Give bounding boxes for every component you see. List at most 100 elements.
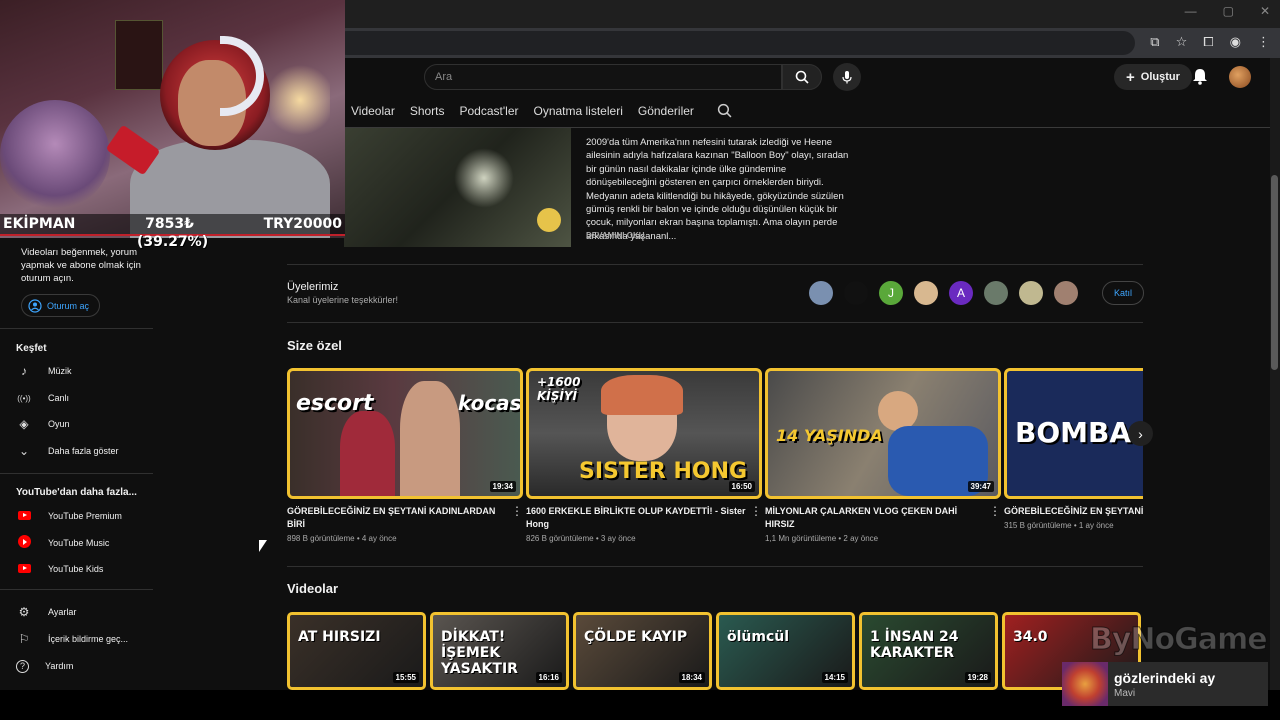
sidebar-item-settings[interactable]: ⚙ Ayarlar: [16, 602, 156, 622]
thumbnail-text: ÇÖLDE KAYIP: [584, 629, 688, 645]
member-avatar[interactable]: A: [949, 281, 973, 305]
live-broadcast-icon: ((•)): [17, 393, 31, 403]
explore-heading: Keşfet: [16, 343, 47, 354]
create-button[interactable]: + Oluştur: [1114, 64, 1192, 90]
video-card[interactable]: 14 YAŞINDA 39:47 MİLYONLAR ÇALARKEN VLOG…: [765, 368, 1001, 543]
video-thumbnail[interactable]: AT HIRSIZI 15:55: [287, 612, 426, 690]
tab-shorts[interactable]: Shorts: [410, 104, 445, 118]
thumbnail-text: AT HIRSIZI: [298, 629, 381, 645]
account-avatar[interactable]: [1229, 66, 1251, 88]
shelf-next-arrow-icon[interactable]: ›: [1128, 421, 1153, 446]
signin-prompt: Videoları beğenmek, yorum yapmak ve abon…: [21, 247, 141, 284]
members-subtitle: Kanal üyelerine teşekkürler!: [287, 295, 399, 305]
for-you-shelf: escort kocası 19:34 GÖREBİLECEĞİNİZ EN Ş…: [287, 368, 1143, 558]
sidebar-item-live[interactable]: ((•)) Canlı: [16, 388, 156, 408]
help-icon: ?: [16, 659, 29, 673]
maximize-button[interactable]: ▢: [1223, 4, 1234, 18]
video-thumbnail[interactable]: escort kocası 19:34: [287, 368, 523, 499]
scrollbar-thumb[interactable]: [1271, 175, 1278, 370]
video-card[interactable]: +1600 KİŞİYİ SISTER HONG 16:50 1600 ERKEK…: [526, 368, 762, 543]
video-title[interactable]: MİLYONLAR ÇALARKEN VLOG ÇEKEN DAHİ HIRSI…: [765, 505, 1001, 531]
search-icon: [795, 70, 809, 84]
music-note-icon: ♪: [21, 364, 27, 378]
install-app-icon[interactable]: ⧉: [1150, 34, 1159, 50]
video-duration: 19:28: [964, 672, 991, 683]
more-actions-icon[interactable]: ⋮: [511, 504, 523, 518]
video-thumbnail[interactable]: DİKKAT! İŞEMEK YASAKTIR 16:16: [430, 612, 569, 690]
video-duration: 15:55: [392, 672, 419, 683]
youtube-music-icon: [17, 535, 31, 548]
sidebar-item-help[interactable]: ? Yardım: [16, 656, 156, 676]
video-card[interactable]: escort kocası 19:34 GÖREBİLECEĞİNİZ EN Ş…: [287, 368, 523, 543]
video-duration: 39:47: [967, 481, 994, 492]
more-actions-icon[interactable]: ⋮: [989, 504, 1001, 518]
goal-amount: 7853₺: [145, 216, 194, 232]
sidebar-item-youtube-premium[interactable]: YouTube Premium: [16, 506, 156, 526]
bookmark-star-icon[interactable]: ☆: [1176, 34, 1188, 50]
join-button[interactable]: Katıl: [1102, 281, 1144, 305]
gear-icon: ⚙: [18, 605, 30, 619]
scrollbar[interactable]: [1270, 58, 1280, 690]
now-playing-title: gözlerindeki ay: [1114, 669, 1216, 686]
voice-search-button[interactable]: [833, 63, 861, 91]
browser-menu-icon[interactable]: ⋮: [1257, 34, 1270, 50]
member-avatar[interactable]: [984, 281, 1008, 305]
featured-video-thumbnail[interactable]: [344, 128, 571, 247]
profile-icon[interactable]: ◉: [1230, 34, 1241, 50]
signin-label: Oturum aç: [47, 300, 90, 311]
tab-posts[interactable]: Gönderiler: [638, 104, 694, 118]
account-circle-icon: [28, 298, 42, 313]
videos-shelf: AT HIRSIZI 15:55 DİKKAT! İŞEMEK YASAKTIR 16…: [287, 612, 1147, 692]
member-avatar[interactable]: [844, 281, 868, 305]
video-meta: 826 B görüntüleme • 3 ay önce: [526, 534, 636, 543]
search-input[interactable]: Ara: [424, 64, 782, 90]
video-card[interactable]: BOMBA GÖREBİLECEĞİNİZ EN ŞEYTANİ B 315 B…: [1004, 368, 1143, 530]
video-title[interactable]: GÖREBİLECEĞİNİZ EN ŞEYTANİ KADINLARDAN B…: [287, 505, 523, 531]
video-thumbnail[interactable]: 1 İNSAN 24 KARAKTER 19:28: [859, 612, 998, 690]
video-duration: 14:15: [821, 672, 848, 683]
create-label: Oluştur: [1140, 71, 1180, 83]
minimize-button[interactable]: —: [1185, 4, 1197, 18]
sidebar-show-more[interactable]: ⌄ Daha fazla göster: [16, 441, 156, 461]
sidebar: Videoları beğenmek, yorum yapmak ve abon…: [0, 240, 160, 690]
notifications-bell-icon[interactable]: [1192, 67, 1208, 90]
flag-icon: ⚐: [18, 632, 30, 646]
member-avatar[interactable]: [809, 281, 833, 305]
video-thumbnail[interactable]: 14 YAŞINDA 39:47: [765, 368, 1001, 499]
sidebar-item-gaming[interactable]: ◈ Oyun: [16, 414, 156, 434]
video-thumbnail[interactable]: ÇÖLDE KAYIP 18:34: [573, 612, 712, 690]
more-actions-icon[interactable]: ⋮: [750, 504, 762, 518]
video-thumbnail[interactable]: +1600 KİŞİYİ SISTER HONG 16:50: [526, 368, 762, 499]
video-meta: 315 B görüntüleme • 1 ay önce: [1004, 521, 1114, 530]
youtube-kids-icon: [17, 564, 31, 573]
address-bar[interactable]: [335, 31, 1135, 55]
video-title[interactable]: 1600 ERKEKLE BİRLİKTE OLUP KAYDETTİ! - S…: [526, 505, 762, 531]
sidebar-item-report-history[interactable]: ⚐ İçerik bildirme geç...: [16, 629, 156, 649]
video-title[interactable]: GÖREBİLECEĞİNİZ EN ŞEYTANİ B: [1004, 505, 1143, 518]
tab-podcasts[interactable]: Podcast'ler: [460, 104, 519, 118]
video-thumbnail[interactable]: ölümcül 14:15: [716, 612, 855, 690]
extensions-icon[interactable]: ⧠: [1203, 34, 1213, 50]
tab-videos[interactable]: Videolar: [351, 104, 395, 118]
close-window-button[interactable]: ✕: [1260, 4, 1270, 18]
window-controls[interactable]: — ▢ ✕: [1185, 4, 1270, 18]
album-art: [1062, 662, 1108, 706]
signin-button[interactable]: Oturum aç: [21, 294, 101, 317]
sidebar-item-music[interactable]: ♪ Müzik: [16, 361, 156, 381]
member-avatar[interactable]: [1019, 281, 1043, 305]
member-avatar[interactable]: [1054, 281, 1078, 305]
divider: [287, 264, 1143, 265]
now-playing-artist: Mavi: [1114, 687, 1136, 699]
tab-playlists[interactable]: Oynatma listeleri: [534, 104, 623, 118]
sidebar-item-youtube-music[interactable]: YouTube Music: [16, 533, 156, 553]
member-avatar[interactable]: J: [879, 281, 903, 305]
channel-search-icon[interactable]: [717, 103, 732, 118]
plus-icon: +: [1126, 68, 1135, 86]
member-avatar[interactable]: [914, 281, 938, 305]
video-thumbnail[interactable]: BOMBA: [1004, 368, 1143, 499]
search-button[interactable]: [782, 64, 822, 90]
streamer-webcam: EKİPMAN 7853₺ TRY20000: [0, 0, 345, 238]
section-title-for-you: Size özel: [287, 338, 342, 353]
sidebar-item-youtube-kids[interactable]: YouTube Kids: [16, 559, 156, 579]
read-more-link[interactable]: DEVAMINI OKU: [586, 231, 645, 240]
